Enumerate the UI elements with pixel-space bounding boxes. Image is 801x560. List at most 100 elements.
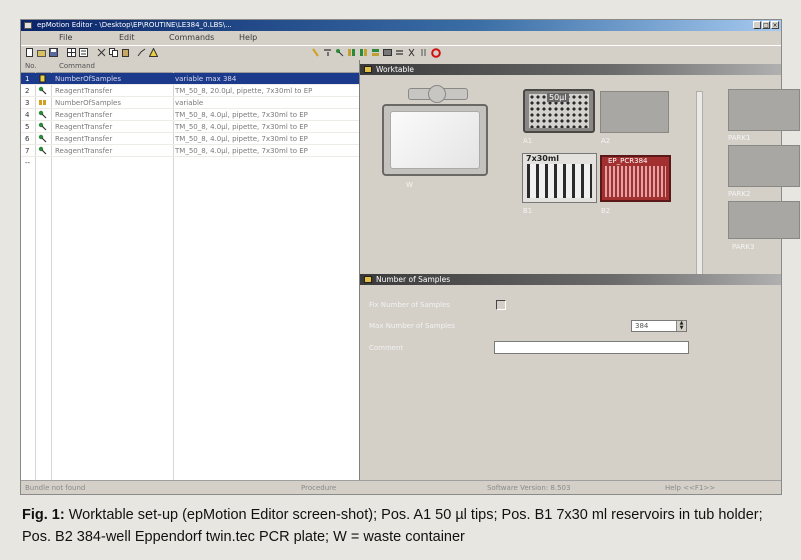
worktable-title: Worktable — [376, 65, 414, 74]
pipette-icon[interactable] — [311, 48, 320, 57]
table-row[interactable]: 6 ReagentTransfer TM_50_8, 4.0µl, pipett… — [21, 133, 359, 145]
slot-park1[interactable] — [728, 89, 800, 131]
row-command: ReagentTransfer — [55, 147, 113, 155]
reagent-icon[interactable] — [335, 48, 344, 57]
slot-a2[interactable] — [600, 91, 669, 133]
row-params: TM_50_8, 20.0µl, pipette, 7x30ml to EP — [175, 87, 313, 95]
save-icon[interactable] — [49, 48, 58, 57]
spinner-arrows-icon[interactable]: ▲ ▼ — [676, 321, 686, 331]
stop-icon[interactable] — [431, 48, 441, 58]
worktable-title-bar: Worktable — [360, 64, 781, 75]
waste-container[interactable] — [382, 104, 488, 176]
status-bar: Bundle not found Procedure Software Vers… — [21, 480, 781, 494]
app-window: epMotion Editor - \Desktop\EP\ROUTINE\LE… — [20, 19, 800, 495]
fix-samples-label: Fix Number of Samples — [369, 301, 451, 309]
status-bundle: Bundle not found — [25, 484, 86, 492]
row-number: 5 — [25, 123, 30, 131]
row-number: 7 — [25, 147, 30, 155]
new-file-icon[interactable] — [25, 48, 34, 57]
transfer-icon[interactable] — [323, 48, 332, 57]
samples-icon — [38, 74, 48, 85]
samples-title-bar: Number of Samples — [360, 274, 781, 285]
slot-label-a1: A1 — [523, 137, 533, 145]
slot-park3[interactable] — [728, 201, 800, 239]
fix-samples-checkbox[interactable] — [496, 300, 506, 310]
copy-icon[interactable] — [109, 48, 118, 57]
close-button[interactable]: × — [771, 21, 779, 29]
figure-caption: Fig. 1: Worktable set-up (epMotion Edito… — [22, 504, 782, 548]
row-number: 1 — [25, 75, 30, 83]
row-number: 3 — [25, 99, 30, 107]
worktable-pane: Worktable W 50µl A1 A2 7x30ml B1 EP_PCR3… — [360, 60, 800, 480]
header-command: Command — [59, 62, 95, 70]
menu-bar: File Edit Commands Help — [21, 32, 781, 44]
dilute-icon[interactable] — [359, 48, 368, 57]
table-row[interactable]: 2 ReagentTransfer TM_50_8, 20.0µl, pipet… — [21, 85, 359, 97]
mix-icon[interactable] — [347, 48, 356, 57]
reagent-transfer-icon — [38, 110, 48, 121]
command-list-header: No. Command — [21, 60, 359, 73]
status-version: Software Version: 8.503 — [487, 484, 571, 492]
table-row[interactable]: 5 ReagentTransfer TM_50_8, 4.0µl, pipett… — [21, 121, 359, 133]
pause-icon[interactable] — [419, 48, 428, 57]
row-command: NumberOfSamples — [55, 99, 121, 107]
slot-label-b1: B1 — [523, 207, 533, 215]
a1-tip-label: 50µl — [547, 93, 569, 102]
list-icon[interactable] — [79, 48, 88, 57]
table-row[interactable]: 1 NumberOfSamples variable max 384 — [21, 73, 359, 85]
slot-label-a2: A2 — [601, 137, 611, 145]
reagent-transfer-icon — [38, 122, 48, 133]
menu-edit[interactable]: Edit — [119, 33, 135, 42]
worktable-icon — [364, 66, 372, 73]
minimize-button[interactable]: _ — [753, 21, 761, 29]
row-params: TM_50_8, 4.0µl, pipette, 7x30ml to EP — [175, 135, 308, 143]
caption-text: Worktable set-up (epMotion Editor screen… — [22, 507, 763, 545]
row-number: 4 — [25, 111, 30, 119]
slot-label-w: W — [406, 181, 413, 189]
grid-icon[interactable] — [67, 48, 76, 57]
slot-park2[interactable] — [728, 145, 800, 187]
window-title: epMotion Editor - \Desktop\EP\ROUTINE\LE… — [37, 21, 232, 29]
row-command: NumberOfSamples — [55, 75, 121, 83]
maximize-button[interactable]: □ — [762, 21, 770, 29]
worktable-divider — [696, 91, 703, 277]
reservoir-tubs — [527, 164, 592, 198]
table-row[interactable]: -- — [21, 157, 359, 168]
warning-icon[interactable] — [149, 48, 158, 57]
caption-label: Fig. 1: — [22, 507, 65, 523]
command-list: No. Command 1 NumberOfSamples variable m… — [21, 60, 360, 480]
reagent-transfer-icon — [38, 86, 48, 97]
row-params: TM_50_8, 4.0µl, pipette, 7x30ml to EP — [175, 111, 308, 119]
reagent-transfer-icon — [38, 146, 48, 157]
distribute-icon[interactable] — [371, 48, 380, 57]
comment-label: Comment — [369, 344, 404, 352]
waste-gripper-knob — [428, 85, 446, 103]
plate-icon[interactable] — [383, 48, 392, 57]
comment-input[interactable] — [494, 341, 689, 354]
slot-label-b2: B2 — [601, 207, 611, 215]
wait-icon[interactable] — [407, 48, 416, 57]
thermo-icon[interactable] — [395, 48, 404, 57]
row-number: 2 — [25, 87, 30, 95]
max-samples-spinner[interactable]: 384 ▲ ▼ — [631, 320, 687, 332]
menu-commands[interactable]: Commands — [169, 33, 214, 42]
samples-icon — [38, 98, 48, 109]
paste-icon[interactable] — [121, 48, 130, 57]
row-params: TM_50_8, 4.0µl, pipette, 7x30ml to EP — [175, 147, 308, 155]
cut-icon[interactable] — [97, 48, 106, 57]
table-row[interactable]: 7 ReagentTransfer TM_50_8, 4.0µl, pipett… — [21, 145, 359, 157]
menu-file[interactable]: File — [59, 33, 72, 42]
table-row[interactable]: 4 ReagentTransfer TM_50_8, 4.0µl, pipett… — [21, 109, 359, 121]
open-folder-icon[interactable] — [37, 48, 46, 57]
slot-b2-pcr-plate[interactable]: EP_PCR384 — [600, 155, 671, 202]
row-command: ReagentTransfer — [55, 87, 113, 95]
max-samples-label: Max Number of Samples — [369, 322, 455, 330]
row-params: variable — [175, 99, 204, 107]
reagent-transfer-icon — [38, 134, 48, 145]
tool-icon[interactable] — [137, 48, 146, 57]
table-row[interactable]: 3 NumberOfSamples variable — [21, 97, 359, 109]
slot-a1-tip-rack[interactable]: 50µl — [523, 89, 595, 133]
menu-help[interactable]: Help — [239, 33, 257, 42]
row-params: variable max 384 — [175, 75, 237, 83]
slot-b1-reservoir-rack[interactable]: 7x30ml — [522, 153, 597, 203]
